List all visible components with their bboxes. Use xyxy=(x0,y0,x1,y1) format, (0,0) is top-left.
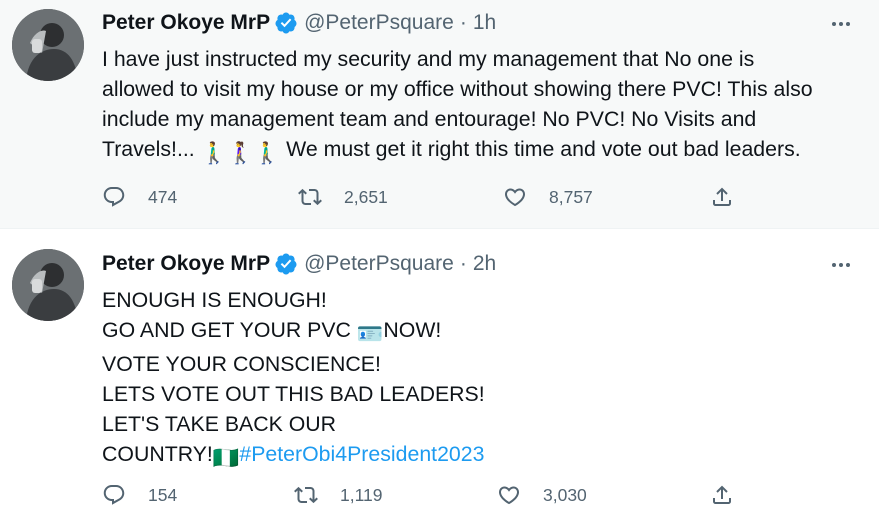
tweet-text-line: COUNTRY!🇳🇬#PeterObi4President2023 xyxy=(102,439,862,473)
retweet-icon xyxy=(298,188,322,206)
id-card-emoji: 🪪 xyxy=(356,322,384,346)
text-segment: GO AND GET YOUR PVC xyxy=(102,318,357,342)
reply-count: 474 xyxy=(148,186,178,207)
separator-dot: · xyxy=(459,252,467,275)
more-dots-icon xyxy=(832,263,850,267)
tweet-text-line: VOTE YOUR CONSCIENCE! xyxy=(102,352,381,376)
tweet-text-line: I have just instructed my security and m… xyxy=(102,47,755,71)
tweet[interactable]: Peter Okoye MrP @PeterPsquare · 1h I hav… xyxy=(0,0,879,229)
reply-button[interactable]: 154 xyxy=(102,480,177,510)
avatar-image-icon xyxy=(12,9,84,81)
more-options-button[interactable] xyxy=(827,251,855,279)
walking-person-emoji: 🚶‍♂️🚶‍♀️🚶‍♂️ xyxy=(200,141,281,165)
author-name[interactable]: Peter Okoye MrP xyxy=(102,252,270,276)
tweet-actions: 474 2,651 8,757 xyxy=(102,182,752,212)
tweet-text-line: LETS VOTE OUT THIS BAD LEADERS! xyxy=(102,382,485,406)
reply-count: 154 xyxy=(148,484,178,505)
heart-icon xyxy=(504,188,526,207)
tweet[interactable]: Peter Okoye MrP @PeterPsquare · 2h ENOUG… xyxy=(0,230,879,511)
like-count: 8,757 xyxy=(549,186,593,207)
avatar-image-icon xyxy=(12,249,84,321)
share-upload-icon xyxy=(713,485,731,504)
tweet-text-line: LET'S TAKE BACK OUR xyxy=(102,412,337,436)
nigeria-flag-emoji: 🇳🇬 xyxy=(212,446,240,470)
tweet-actions: 154 1,119 3,030 xyxy=(102,480,752,510)
tweet-text-line: allowed to visit my house or my office w… xyxy=(102,77,813,101)
hashtag-link[interactable]: #PeterObi4President2023 xyxy=(239,442,484,466)
tweet-timestamp[interactable]: 1h xyxy=(473,11,496,35)
more-dots-icon xyxy=(832,22,850,26)
tweet-text-line: include my management team and entourage… xyxy=(102,107,757,131)
verified-badge-icon xyxy=(274,11,298,35)
reply-bubble-icon xyxy=(103,485,125,505)
share-upload-icon xyxy=(713,187,731,206)
reply-bubble-icon xyxy=(103,187,125,207)
author-name[interactable]: Peter Okoye MrP xyxy=(102,11,270,35)
tweet-text-line: Travels!... 🚶‍♂️🚶‍♀️🚶‍♂️ We must get it … xyxy=(102,134,862,168)
like-button[interactable]: 3,030 xyxy=(497,480,587,510)
retweet-count: 1,119 xyxy=(340,484,383,505)
text-segment: COUNTRY! xyxy=(102,442,213,466)
text-segment: Travels!... xyxy=(102,137,201,161)
tweet-header: Peter Okoye MrP @PeterPsquare · 2h xyxy=(102,249,496,279)
more-options-button[interactable] xyxy=(827,10,855,38)
avatar[interactable] xyxy=(12,249,84,321)
tweet-header: Peter Okoye MrP @PeterPsquare · 1h xyxy=(102,8,496,38)
like-button[interactable]: 8,757 xyxy=(503,182,593,212)
tweet-text: ENOUGH IS ENOUGH! GO AND GET YOUR PVC 🪪N… xyxy=(102,285,862,473)
text-segment: NOW! xyxy=(383,318,442,342)
retweet-button[interactable]: 1,119 xyxy=(294,480,383,510)
retweet-icon xyxy=(294,486,318,504)
author-handle[interactable]: @PeterPsquare xyxy=(304,252,454,276)
retweet-count: 2,651 xyxy=(344,186,388,207)
tweet-timestamp[interactable]: 2h xyxy=(473,252,496,276)
heart-icon xyxy=(498,486,520,505)
tweet-text-line: GO AND GET YOUR PVC 🪪NOW! xyxy=(102,315,862,349)
tweet-text: I have just instructed my security and m… xyxy=(102,44,862,168)
text-segment: We must get it right this time and vote … xyxy=(280,137,801,161)
separator-dot: · xyxy=(459,11,467,34)
share-button[interactable] xyxy=(710,480,734,510)
verified-badge-icon xyxy=(274,252,298,276)
author-handle[interactable]: @PeterPsquare xyxy=(304,11,454,35)
tweet-text-line: ENOUGH IS ENOUGH! xyxy=(102,288,327,312)
reply-button[interactable]: 474 xyxy=(102,182,177,212)
retweet-button[interactable]: 2,651 xyxy=(298,182,388,212)
share-button[interactable] xyxy=(710,182,734,212)
avatar[interactable] xyxy=(12,9,84,81)
like-count: 3,030 xyxy=(543,484,587,505)
